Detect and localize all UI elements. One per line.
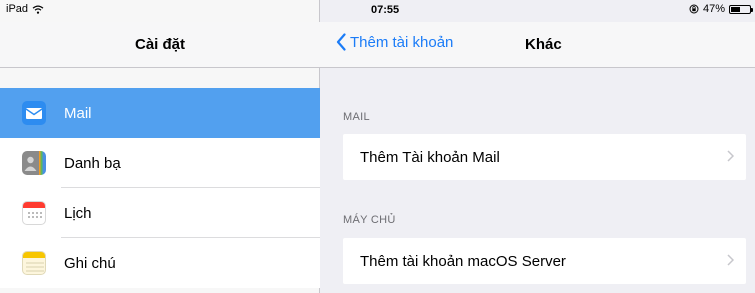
contacts-icon xyxy=(22,151,46,175)
chevron-left-icon xyxy=(336,33,346,51)
battery-percent: 47% xyxy=(702,3,725,15)
detail-pane: Thêm tài khoản Khác MAIL Thêm Tài khoản … xyxy=(320,0,755,293)
sidebar-item-mail[interactable]: Mail xyxy=(0,88,320,138)
sidebar-item-label: Ghi chú xyxy=(64,254,116,272)
wifi-icon xyxy=(32,5,44,14)
sidebar-item-label: Lịch xyxy=(64,204,92,222)
add-mail-account-row[interactable]: Thêm Tài khoản Mail xyxy=(343,134,746,180)
row-label: Thêm tài khoản macOS Server xyxy=(360,252,566,270)
rotation-lock-icon xyxy=(689,4,699,14)
chevron-right-icon xyxy=(727,254,734,266)
settings-sidebar: Cài đặt Mail Danh bạ Lịch Ghi chú xyxy=(0,0,320,293)
sidebar-item-notes[interactable]: Ghi chú xyxy=(0,238,320,288)
battery-icon xyxy=(729,4,753,14)
notes-icon xyxy=(22,251,46,275)
back-button[interactable]: Thêm tài khoản xyxy=(336,33,453,51)
row-label: Thêm Tài khoản Mail xyxy=(360,148,500,166)
page-title: Khác xyxy=(525,36,562,53)
calendar-icon xyxy=(22,201,46,225)
status-bar: iPad 07:55 47% xyxy=(0,0,755,22)
detail-nav-bar: Thêm tài khoản Khác xyxy=(320,22,755,68)
sidebar-nav-bar: Cài đặt xyxy=(0,22,320,68)
sidebar-item-contacts[interactable]: Danh bạ xyxy=(0,138,320,188)
mail-icon xyxy=(22,101,46,125)
back-button-label: Thêm tài khoản xyxy=(350,33,454,51)
chevron-right-icon xyxy=(727,150,734,162)
add-macos-server-account-row[interactable]: Thêm tài khoản macOS Server xyxy=(343,238,746,284)
status-time: 07:55 xyxy=(371,4,400,16)
sidebar-item-label: Mail xyxy=(64,104,92,122)
device-name: iPad xyxy=(6,3,29,15)
settings-list: Mail Danh bạ Lịch Ghi chú xyxy=(0,88,320,288)
sidebar-title: Cài đặt xyxy=(134,36,185,53)
section-header-mail: MAIL xyxy=(343,111,370,123)
section-header-server: MÁY CHỦ xyxy=(343,214,396,226)
sidebar-item-label: Danh bạ xyxy=(64,154,121,172)
sidebar-item-calendar[interactable]: Lịch xyxy=(0,188,320,238)
